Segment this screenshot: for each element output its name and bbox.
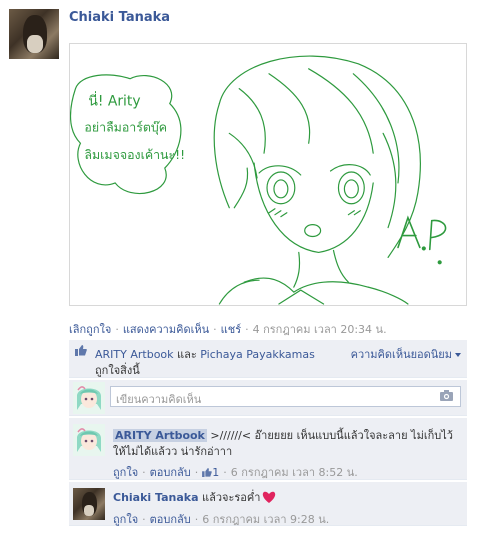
camera-icon[interactable] [440,390,453,401]
thumbs-up-icon [202,468,213,477]
comment-like-link[interactable]: ถูกใจ [113,513,138,526]
comment-timestamp[interactable]: 6 กรกฎาคม เวลา 8:52 น. [231,466,358,479]
comment-item: Chiaki Tanaka แล้วจะรอค่ำ ถูกใจ · ตอบกลับ ·… [69,482,467,526]
chevron-down-icon [455,353,461,357]
comment-reply-link[interactable]: ตอบกลับ [150,513,191,526]
comment-author[interactable]: Chiaki Tanaka [113,491,199,504]
commenter-avatar[interactable] [73,488,105,520]
image-text-line3: ลิมเมจจองเค้านะ!! [84,147,185,162]
post-timestamp[interactable]: 4 กรกฎาคม เวลา 20:34 น. [253,323,387,336]
comment-item: ARITY Artbook >//////< อ๊ายยยย เห็นแบบนี… [69,418,467,480]
thumbs-up-icon [75,345,87,356]
top-comments-label: ความคิดเห็นยอดนิยม [350,348,452,361]
comment-like-count[interactable]: 1 [202,466,219,479]
commenter-avatar[interactable] [73,424,105,456]
like-count-value: 1 [212,466,220,479]
comment-reply-link[interactable]: ตอบกลับ [150,466,191,479]
comment-author[interactable]: ARITY Artbook [113,429,207,442]
unlike-link[interactable]: เลิกถูกใจ [69,323,111,336]
comment-text: แล้วจะรอค่ำ [198,491,261,504]
post-actions-bar: เลิกถูกใจ · แสดงความคิดเห็น · แชร์ · 4 กรกฎาคม… [69,323,387,336]
comment-timestamp[interactable]: 6 กรกฎาคม เวลา 9:28 น. [202,513,329,526]
image-text-line2: อย่าลืมอาร์ตบุ๊ค [84,119,167,135]
likes-row: ARITY Artbook และ Pichaya Payakkamas ถูก… [69,340,467,378]
post-author-name[interactable]: Chiaki Tanaka [69,10,170,25]
comment-input[interactable]: เขียนความคิดเห็น [110,386,461,407]
image-text-line1: นี่! Arity [88,92,140,110]
post-photo[interactable]: นี่! Arity อย่าลืมอาร์ตบุ๊ค ลิมเมจจองเค้… [69,43,467,306]
likes-and: และ [177,348,197,361]
liker-arity[interactable]: ARITY Artbook [95,348,174,361]
comment-compose-row: เขียนความคิดเห็น [69,380,467,416]
likes-suffix: ถูกใจสิ่งนี้ [95,364,140,377]
heart-icon [263,491,276,503]
current-user-avatar [73,382,105,414]
author-avatar[interactable] [9,9,59,59]
comment-like-link[interactable]: ถูกใจ [113,466,138,479]
comment-link[interactable]: แสดงความคิดเห็น [123,323,209,336]
top-comments-dropdown[interactable]: ความคิดเห็นยอดนิยม [351,345,461,363]
liker-pichaya[interactable]: Pichaya Payakkamas [200,348,315,361]
share-link[interactable]: แชร์ [221,323,241,336]
